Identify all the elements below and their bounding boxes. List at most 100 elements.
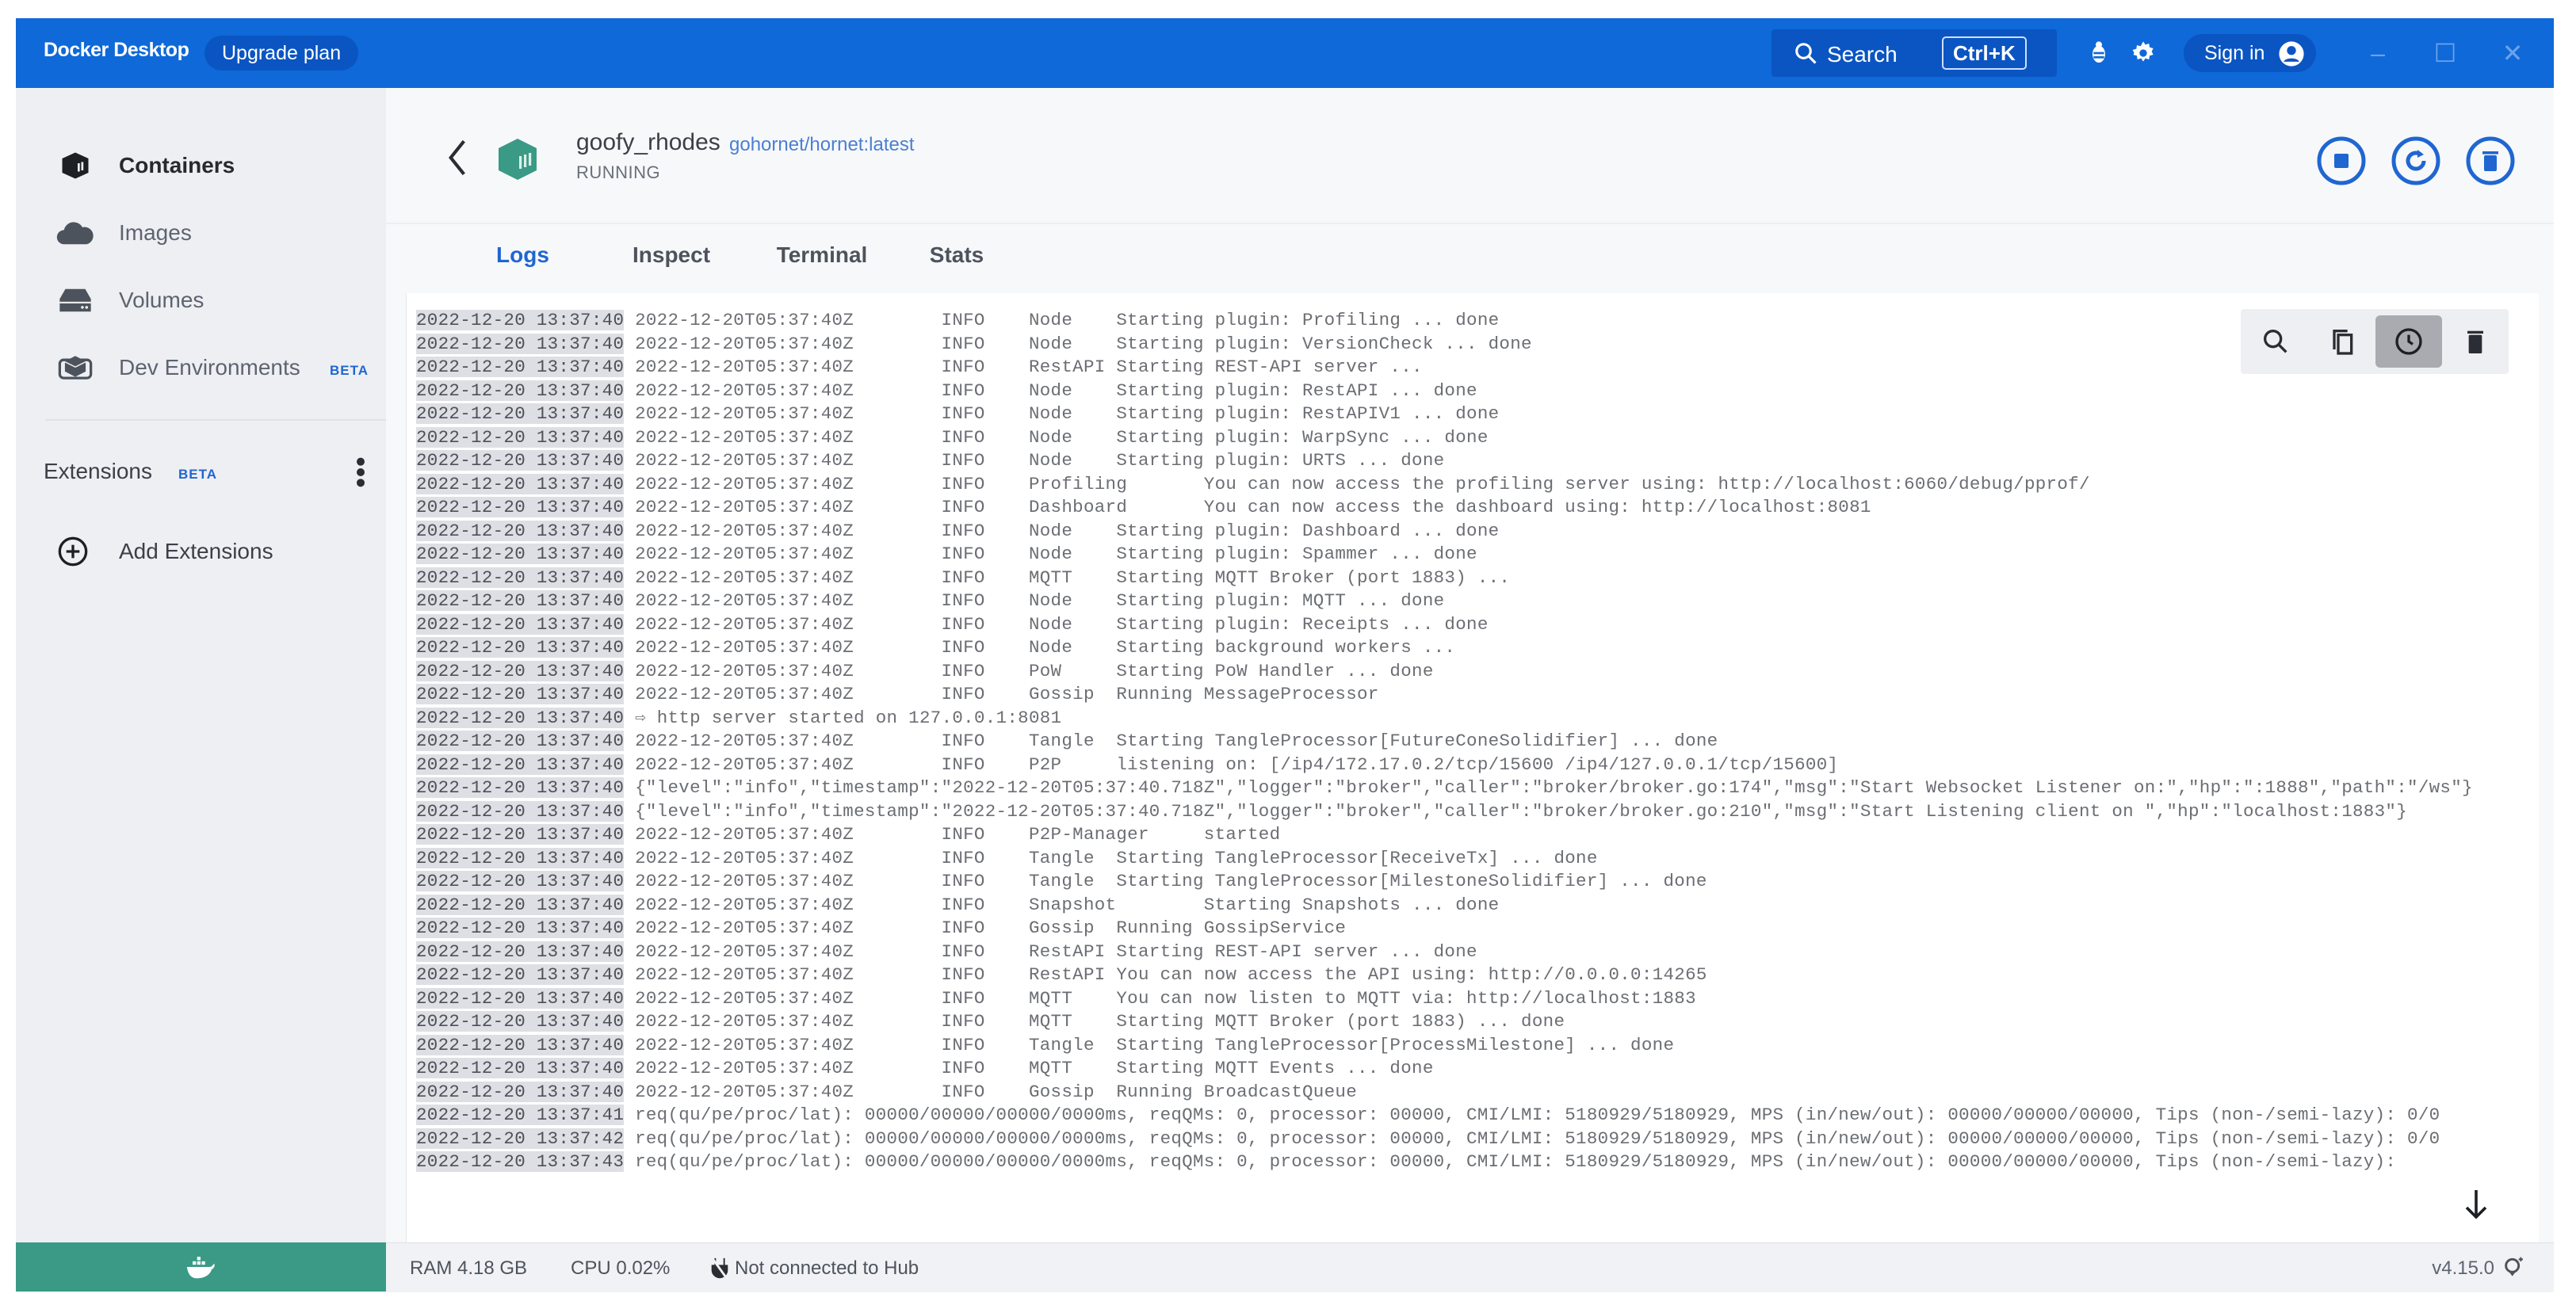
log-message: 2022-12-20T05:37:40Z INFO MQTT Starting … <box>635 1011 1565 1032</box>
clear-logs-button[interactable] <box>2442 315 2509 368</box>
hub-status: Not connected to Hub <box>735 1257 919 1279</box>
log-line: 2022-12-20 13:37:40 2022-12-20T05:37:40Z… <box>416 496 2532 520</box>
log-line: 2022-12-20 13:37:40 2022-12-20T05:37:40Z… <box>416 941 2532 964</box>
search-shortcut: Ctrl+K <box>1942 36 2027 70</box>
log-line: 2022-12-20 13:37:42 req(qu/pe/proc/lat):… <box>416 1128 2532 1151</box>
log-timestamp: 2022-12-20 13:37:40 <box>416 357 625 377</box>
log-message: 2022-12-20T05:37:40Z INFO Node Starting … <box>635 613 1489 635</box>
docker-desktop-window: Docker Desktop Upgrade plan Search Ctrl+… <box>16 18 2554 1292</box>
log-line: 2022-12-20 13:37:40 2022-12-20T05:37:40Z… <box>416 543 2532 567</box>
log-line: 2022-12-20 13:37:40 2022-12-20T05:37:40Z… <box>416 1057 2532 1081</box>
log-message: 2022-12-20T05:37:40Z INFO Snapshot Start… <box>635 894 1500 915</box>
maximize-button[interactable]: ☐ <box>2425 34 2465 72</box>
log-line: 2022-12-20 13:37:40 2022-12-20T05:37:40Z… <box>416 660 2532 684</box>
log-message: 2022-12-20T05:37:40Z INFO MQTT Starting … <box>635 1058 1434 1078</box>
sidebar: Containers Images Volumes Dev Environmen… <box>16 88 387 1242</box>
container-running-icon <box>499 139 537 180</box>
log-message: 2022-12-20T05:37:40Z INFO Node Starting … <box>635 403 1500 424</box>
log-timestamp: 2022-12-20 13:37:40 <box>416 847 625 868</box>
minimize-button[interactable]: – <box>2358 34 2398 72</box>
log-message: 2022-12-20T05:37:40Z INFO Node Starting … <box>635 637 1456 658</box>
beta-badge: BETA <box>330 363 369 378</box>
log-line: 2022-12-20 13:37:40 2022-12-20T05:37:40Z… <box>416 730 2532 754</box>
log-line: 2022-12-20 13:37:40 2022-12-20T05:37:40Z… <box>416 356 2532 380</box>
container-detail: goofy_rhodes gohornet/hornet:latest RUNN… <box>386 88 2554 1242</box>
add-extensions-button[interactable]: Add Extensions <box>38 528 371 575</box>
log-timestamp: 2022-12-20 13:37:40 <box>416 1011 625 1032</box>
log-line: 2022-12-20 13:37:40 2022-12-20T05:37:40Z… <box>416 567 2532 590</box>
restart-button[interactable] <box>2391 135 2441 186</box>
bug-icon[interactable] <box>2086 40 2112 66</box>
log-message: req(qu/pe/proc/lat): 00000/00000/00000/0… <box>635 1151 2397 1172</box>
log-timestamp: 2022-12-20 13:37:40 <box>416 871 625 891</box>
delete-button[interactable] <box>2465 135 2516 186</box>
log-line: 2022-12-20 13:37:40 2022-12-20T05:37:40Z… <box>416 403 2532 426</box>
log-message: 2022-12-20T05:37:40Z INFO Node Starting … <box>635 426 1489 448</box>
settings-gear-icon[interactable] <box>2131 40 2156 66</box>
tab-label: Terminal <box>776 242 868 267</box>
sidebar-item-dev-environments[interactable]: Dev Environments BETA <box>38 344 371 391</box>
log-timestamp: 2022-12-20 13:37:40 <box>416 426 625 448</box>
sign-in-button[interactable]: Sign in <box>2184 34 2317 72</box>
tab-label: Inspect <box>632 242 711 267</box>
log-timestamp: 2022-12-20 13:37:40 <box>416 637 625 658</box>
image-link[interactable]: gohornet/hornet:latest <box>729 134 915 156</box>
tab-label: Stats <box>929 242 984 267</box>
log-line: 2022-12-20 13:37:40 2022-12-20T05:37:40Z… <box>416 449 2532 473</box>
sidebar-item-volumes[interactable]: Volumes <box>38 277 371 324</box>
log-message: 2022-12-20T05:37:40Z INFO P2P-Manager st… <box>635 824 1281 845</box>
log-message: 2022-12-20T05:37:40Z INFO Node Starting … <box>635 310 1500 330</box>
add-circle-icon <box>58 536 88 567</box>
log-timestamp: 2022-12-20 13:37:40 <box>416 894 625 915</box>
log-timestamp: 2022-12-20 13:37:40 <box>416 310 625 330</box>
log-timestamp: 2022-12-20 13:37:40 <box>416 941 625 962</box>
log-timestamp: 2022-12-20 13:37:40 <box>416 964 625 985</box>
log-timestamp: 2022-12-20 13:37:40 <box>416 918 625 938</box>
copy-logs-button[interactable] <box>2309 315 2375 368</box>
copy-icon <box>2333 330 2353 355</box>
log-line: 2022-12-20 13:37:40 2022-12-20T05:37:40Z… <box>416 917 2532 941</box>
log-line: 2022-12-20 13:37:40 2022-12-20T05:37:40Z… <box>416 590 2532 613</box>
log-timestamp: 2022-12-20 13:37:40 <box>416 613 625 635</box>
log-line: 2022-12-20 13:37:40 2022-12-20T05:37:40Z… <box>416 847 2532 871</box>
header-divider <box>386 223 2554 224</box>
log-viewer[interactable]: 2022-12-20 13:37:40 2022-12-20T05:37:40Z… <box>406 293 2539 1242</box>
search-button[interactable]: Search Ctrl+K <box>1771 29 2057 77</box>
log-timestamp: 2022-12-20 13:37:40 <box>416 1058 625 1078</box>
log-line: 2022-12-20 13:37:40 2022-12-20T05:37:40Z… <box>416 1010 2532 1034</box>
upgrade-plan-button[interactable]: Upgrade plan <box>204 36 359 71</box>
close-button[interactable]: ✕ <box>2493 34 2532 72</box>
log-timestamp: 2022-12-20 13:37:40 <box>416 1034 625 1055</box>
log-message: 2022-12-20T05:37:40Z INFO Tangle Startin… <box>635 1034 1675 1055</box>
log-line: 2022-12-20 13:37:40 2022-12-20T05:37:40Z… <box>416 636 2532 660</box>
lightbulb-icon[interactable] <box>2501 1255 2526 1280</box>
log-line: 2022-12-20 13:37:40 2022-12-20T05:37:40Z… <box>416 426 2532 450</box>
log-timestamp: 2022-12-20 13:37:40 <box>416 333 625 354</box>
log-line: 2022-12-20 13:37:40 2022-12-20T05:37:40Z… <box>416 333 2532 357</box>
back-chevron-icon[interactable] <box>445 138 469 177</box>
sign-in-label: Sign in <box>2204 42 2265 64</box>
log-message: 2022-12-20T05:37:40Z INFO Node Starting … <box>635 590 1445 611</box>
log-message: req(qu/pe/proc/lat): 00000/00000/00000/0… <box>635 1105 2440 1125</box>
scroll-to-bottom-icon[interactable] <box>2463 1189 2490 1220</box>
log-toolbar <box>2241 309 2509 374</box>
sidebar-item-containers[interactable]: Containers <box>38 142 371 189</box>
hub-disconnected-icon <box>711 1257 728 1280</box>
log-message: 2022-12-20T05:37:40Z INFO Node Starting … <box>635 520 1500 541</box>
log-line: 2022-12-20 13:37:40 2022-12-20T05:37:40Z… <box>416 473 2532 497</box>
search-logs-button[interactable] <box>2242 315 2309 368</box>
sidebar-item-images[interactable]: Images <box>38 209 371 257</box>
cpu-usage: CPU 0.02% <box>571 1257 671 1279</box>
more-options-icon[interactable] <box>349 452 373 492</box>
log-line: 2022-12-20 13:37:40 2022-12-20T05:37:40Z… <box>416 894 2532 918</box>
log-line: 2022-12-20 13:37:40 2022-12-20T05:37:40Z… <box>416 380 2532 403</box>
engine-status-indicator[interactable] <box>16 1242 386 1292</box>
log-message: 2022-12-20T05:37:40Z INFO P2P listening … <box>635 754 1839 775</box>
stop-button[interactable] <box>2316 135 2367 186</box>
log-timestamp: 2022-12-20 13:37:40 <box>416 590 625 611</box>
log-message: 2022-12-20T05:37:40Z INFO PoW Starting P… <box>635 660 1434 681</box>
log-timestamp: 2022-12-20 13:37:40 <box>416 987 625 1009</box>
volume-icon <box>59 288 91 312</box>
toggle-timestamps-button[interactable] <box>2375 315 2442 368</box>
log-message: 2022-12-20T05:37:40Z INFO Gossip Running… <box>635 1081 1358 1102</box>
